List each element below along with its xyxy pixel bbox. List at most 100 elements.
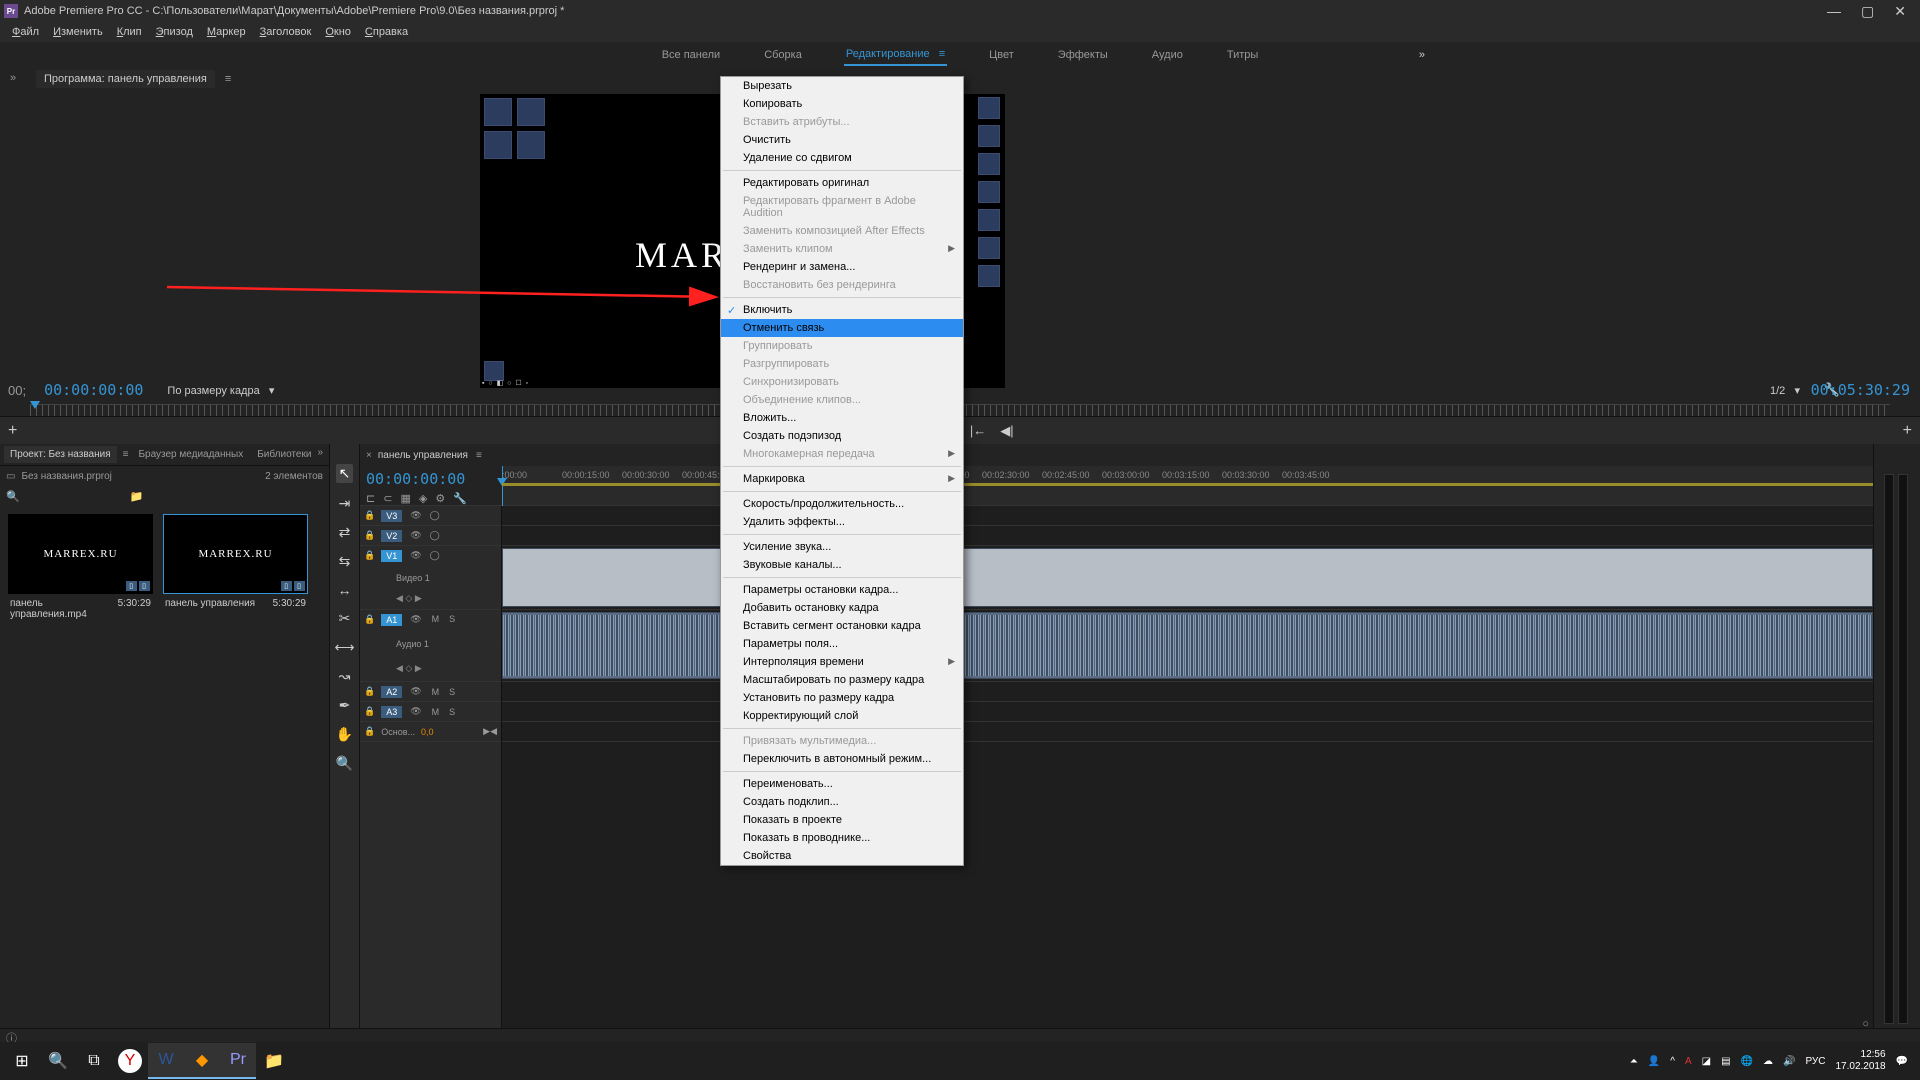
panel-menu-icon[interactable]: ≡ bbox=[225, 73, 231, 85]
timeline-ruler[interactable]: :00:0000:00:15:0000:00:30:0000:00:45:000… bbox=[502, 466, 1873, 505]
hand-tool-icon[interactable]: ✋ bbox=[336, 726, 353, 743]
bin-icon[interactable]: ▭ bbox=[6, 471, 15, 482]
zoom-tool-icon[interactable]: 🔍 bbox=[336, 755, 353, 772]
eye-icon[interactable]: 👁 bbox=[408, 530, 423, 541]
lock-icon[interactable]: 🔒 bbox=[364, 706, 375, 717]
track-target-v2[interactable]: V2 bbox=[381, 530, 402, 542]
tabs-overflow-icon[interactable]: » bbox=[317, 447, 323, 458]
go-to-in-button[interactable]: |← bbox=[970, 423, 986, 438]
lock-icon[interactable]: 🔒 bbox=[364, 550, 375, 561]
track-target-a2[interactable]: A2 bbox=[381, 686, 402, 698]
people-icon[interactable]: 👤 bbox=[1648, 1056, 1660, 1067]
eye-icon[interactable]: 👁 bbox=[408, 510, 423, 521]
expand-icon[interactable]: ▶◀ bbox=[483, 726, 497, 737]
explorer-icon[interactable]: 📁 bbox=[256, 1043, 292, 1079]
start-button[interactable]: ⊞ bbox=[4, 1043, 40, 1079]
audio-clip[interactable] bbox=[502, 612, 1873, 679]
maximize-button[interactable]: ▢ bbox=[1861, 3, 1874, 20]
volume-icon[interactable]: 🔊 bbox=[1783, 1056, 1795, 1067]
context-menu-item[interactable]: Усиление звука... bbox=[721, 538, 963, 556]
workspace-tab[interactable]: Титры bbox=[1225, 45, 1260, 65]
premiere-icon[interactable]: Pr bbox=[220, 1043, 256, 1079]
rate-stretch-tool-icon[interactable]: ↔ bbox=[338, 582, 352, 598]
context-menu-item[interactable]: Вырезать bbox=[721, 77, 963, 95]
track-target-a1[interactable]: A1 bbox=[381, 614, 402, 626]
panel-menu-icon[interactable]: ≡ bbox=[476, 450, 482, 461]
context-menu-item[interactable]: Параметры поля... bbox=[721, 635, 963, 653]
track-target-a3[interactable]: A3 bbox=[381, 706, 402, 718]
onedrive-icon[interactable]: ☁ bbox=[1763, 1056, 1773, 1067]
sync-lock-icon[interactable]: ◯ bbox=[430, 550, 440, 561]
eye-icon[interactable]: 👁 bbox=[408, 550, 423, 561]
workspace-tab[interactable]: Эффекты bbox=[1056, 45, 1110, 65]
video-clip[interactable] bbox=[502, 548, 1873, 607]
lock-icon[interactable]: 🔒 bbox=[364, 726, 375, 737]
menu-клип[interactable]: Клип bbox=[111, 24, 148, 40]
thumb-preview[interactable]: MARREX.RU▯▯ bbox=[163, 514, 308, 594]
clock[interactable]: 12:56 17.02.2018 bbox=[1835, 1049, 1885, 1073]
resolution-dropdown[interactable]: 1/2 ▾ bbox=[1770, 384, 1800, 397]
notifications-icon[interactable]: 💬 bbox=[1896, 1056, 1908, 1067]
slip-tool-icon[interactable]: ⟷ bbox=[334, 639, 354, 656]
thumb-preview[interactable]: MARREX.RU▯▯ bbox=[8, 514, 153, 594]
track-content[interactable] bbox=[502, 506, 1873, 1054]
project-thumb[interactable]: MARREX.RU▯▯панель управления.mp45:30:29 bbox=[8, 514, 153, 620]
snap-icon[interactable]: ⊂ bbox=[383, 492, 392, 505]
track-v1[interactable] bbox=[502, 546, 1873, 610]
context-menu-item[interactable]: Параметры остановки кадра... bbox=[721, 581, 963, 599]
track-v3[interactable] bbox=[502, 506, 1873, 526]
track-a3[interactable] bbox=[502, 702, 1873, 722]
menu-файл[interactable]: Файл bbox=[6, 24, 45, 40]
tray-app-icon[interactable]: ▤ bbox=[1721, 1056, 1730, 1067]
context-menu-item[interactable]: Переименовать... bbox=[721, 775, 963, 793]
track-a1[interactable] bbox=[502, 610, 1873, 682]
context-menu-item[interactable]: Включить✓ bbox=[721, 301, 963, 319]
settings-icon[interactable]: ⚙ bbox=[435, 492, 445, 505]
track-a2[interactable] bbox=[502, 682, 1873, 702]
track-target-v3[interactable]: V3 bbox=[381, 510, 402, 522]
close-tab-icon[interactable]: × bbox=[366, 450, 372, 461]
keyframe-nav[interactable]: ◀ ◇ ▶ bbox=[364, 663, 497, 674]
mute-button[interactable]: M bbox=[430, 707, 442, 717]
track-target-v1[interactable]: V1 bbox=[381, 550, 402, 562]
search-icon[interactable]: 🔍 bbox=[6, 490, 20, 503]
eye-icon[interactable]: 👁 bbox=[408, 706, 423, 717]
track-master[interactable] bbox=[502, 722, 1873, 742]
workspace-tab[interactable]: Все панели bbox=[660, 45, 722, 65]
razor-tool-icon[interactable]: ✂ bbox=[339, 610, 351, 627]
mute-button[interactable]: M bbox=[430, 687, 442, 697]
context-menu-item[interactable]: Удаление со сдвигом bbox=[721, 149, 963, 167]
solo-button[interactable]: S bbox=[447, 614, 457, 624]
context-menu-item[interactable]: Вставить сегмент остановки кадра bbox=[721, 617, 963, 635]
menu-эпизод[interactable]: Эпизод bbox=[150, 24, 199, 40]
workspace-tab[interactable]: Цвет bbox=[987, 45, 1016, 65]
project-tab[interactable]: Проект: Без названия bbox=[4, 446, 117, 463]
mini-playhead-icon[interactable] bbox=[30, 401, 40, 409]
network-icon[interactable]: 🌐 bbox=[1741, 1056, 1753, 1067]
workspace-tab[interactable]: Редактирование ≡ bbox=[844, 44, 947, 66]
workspace-tab[interactable]: Сборка bbox=[762, 45, 804, 65]
context-menu-item[interactable]: Очистить bbox=[721, 131, 963, 149]
context-menu-item[interactable]: Установить по размеру кадра bbox=[721, 689, 963, 707]
panel-menu-icon[interactable]: ≡ bbox=[123, 449, 129, 460]
sublime-icon[interactable]: ◆ bbox=[184, 1043, 220, 1079]
context-menu-item[interactable]: Копировать bbox=[721, 95, 963, 113]
work-area-bar[interactable] bbox=[502, 483, 1873, 486]
word-icon[interactable]: W bbox=[148, 1043, 184, 1079]
panel-collapse-icon[interactable]: » bbox=[10, 72, 16, 84]
media-browser-tab[interactable]: Браузер медиаданных bbox=[132, 446, 249, 463]
nest-icon[interactable]: ⊏ bbox=[366, 492, 375, 505]
context-menu-item[interactable]: Показать в проекте bbox=[721, 811, 963, 829]
context-menu-item[interactable]: Корректирующий слой bbox=[721, 707, 963, 725]
program-tab[interactable]: Программа: панель управления bbox=[36, 70, 215, 88]
lock-icon[interactable]: 🔒 bbox=[364, 510, 375, 521]
context-menu-item[interactable]: Добавить остановку кадра bbox=[721, 599, 963, 617]
context-menu-item[interactable]: Показать в проводнике... bbox=[721, 829, 963, 847]
tray-up-icon[interactable]: ⏶ bbox=[1630, 1056, 1638, 1067]
menu-заголовок[interactable]: Заголовок bbox=[254, 24, 318, 40]
eye-icon[interactable]: 👁 bbox=[408, 614, 423, 625]
mute-button[interactable]: M bbox=[430, 614, 442, 624]
context-menu-item[interactable]: Переключить в автономный режим... bbox=[721, 750, 963, 768]
sync-lock-icon[interactable]: ◯ bbox=[430, 530, 440, 541]
minimize-button[interactable]: — bbox=[1827, 3, 1841, 20]
